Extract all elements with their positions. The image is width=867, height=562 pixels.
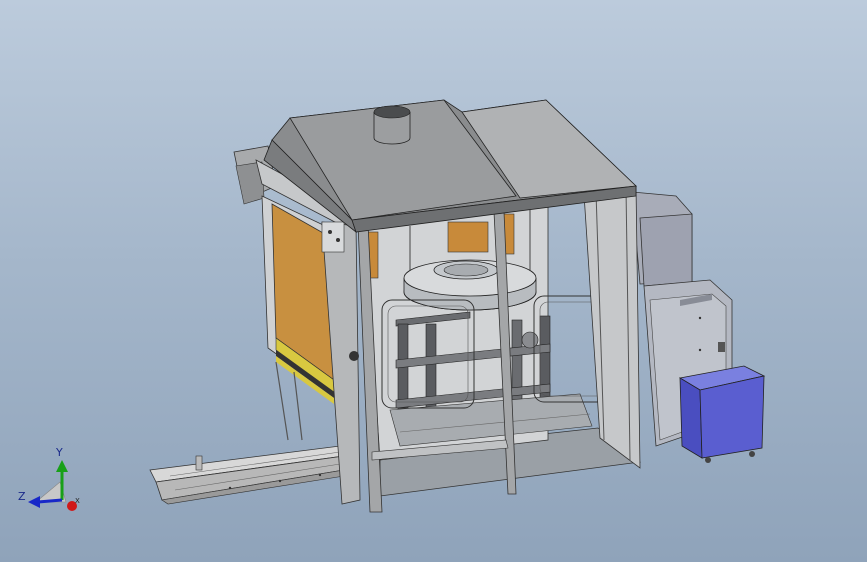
orientation-triad[interactable]: Y Z X	[18, 446, 80, 511]
x-axis-label: X	[75, 497, 80, 505]
caster-wheel	[749, 451, 755, 457]
graphics-viewport[interactable]: Y Z X	[0, 0, 867, 562]
y-axis-label: Y	[55, 446, 63, 459]
blue-control-unit[interactable]	[678, 365, 766, 463]
floor-rail[interactable]	[149, 445, 345, 505]
door-handle-icon[interactable]	[349, 351, 359, 361]
caster-wheel	[705, 457, 711, 463]
z-axis-arrow-icon	[37, 498, 63, 504]
z-axis-label: Z	[18, 490, 26, 503]
cad-model-view[interactable]: Y Z X	[0, 0, 867, 562]
right-side-panel[interactable]	[583, 185, 641, 469]
